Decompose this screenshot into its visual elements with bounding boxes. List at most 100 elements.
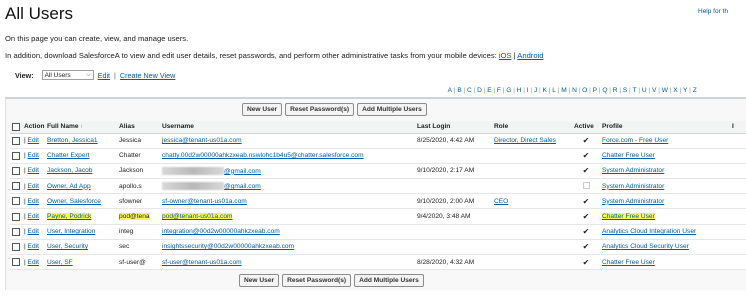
row-checkbox[interactable] bbox=[12, 227, 20, 236]
user-name-link[interactable]: Owner, Salesforce bbox=[47, 198, 101, 205]
alpha-filter-d[interactable]: D bbox=[477, 87, 482, 94]
alpha-filter-v[interactable]: V bbox=[652, 87, 657, 94]
role-link[interactable]: CEO bbox=[494, 198, 508, 205]
add-multiple-users-button[interactable]: Add Multiple Users bbox=[357, 103, 427, 116]
row-checkbox[interactable] bbox=[12, 151, 20, 160]
edit-view-link[interactable]: Edit bbox=[98, 71, 110, 80]
alpha-filter-o[interactable]: O bbox=[582, 87, 587, 94]
user-name-link[interactable]: Jackson, Jacob bbox=[47, 167, 92, 174]
username-link[interactable]: @gmail.com bbox=[224, 168, 261, 175]
profile-cell: System Administrator bbox=[600, 178, 730, 195]
alpha-filter-n[interactable]: N bbox=[572, 87, 577, 94]
alpha-filter-k[interactable]: K bbox=[543, 87, 548, 94]
username-link[interactable]: insightssecurity@00d2w00000ahkzxeab.com bbox=[162, 243, 294, 250]
edit-user-link[interactable]: Edit bbox=[28, 228, 39, 235]
user-name-link[interactable]: Payne, Podrick bbox=[47, 213, 92, 221]
username-link[interactable]: sf-user@tenant-us01a.com bbox=[162, 259, 242, 266]
edit-user-link[interactable]: Edit bbox=[28, 152, 39, 159]
alpha-filter-s[interactable]: S bbox=[623, 87, 628, 94]
edit-user-link[interactable]: Edit bbox=[28, 167, 39, 174]
new-user-button[interactable]: New User bbox=[239, 274, 280, 287]
alpha-filter-u[interactable]: U bbox=[642, 87, 647, 94]
reset-password-button[interactable]: Reset Password(s) bbox=[282, 274, 352, 287]
row-checkbox[interactable] bbox=[12, 136, 20, 145]
alpha-filter-m[interactable]: M bbox=[561, 87, 567, 94]
alpha-filter-j[interactable]: J bbox=[534, 87, 538, 94]
row-checkbox[interactable] bbox=[12, 182, 20, 191]
alpha-filter-z[interactable]: Z bbox=[693, 87, 697, 94]
edit-user-link[interactable]: Edit bbox=[28, 198, 39, 205]
select-all-checkbox[interactable] bbox=[12, 122, 20, 131]
alpha-filter-f[interactable]: F bbox=[497, 87, 501, 94]
profile-link[interactable]: System Administrator bbox=[602, 198, 664, 205]
edit-user-link[interactable]: Edit bbox=[28, 213, 39, 220]
page-title: All Users bbox=[5, 4, 74, 23]
profile-link[interactable]: System Administrator bbox=[602, 183, 664, 190]
profile-link[interactable]: Chatter Free User bbox=[602, 213, 655, 221]
alpha-filter-p[interactable]: P bbox=[593, 87, 598, 94]
column-active[interactable]: Active bbox=[572, 121, 600, 134]
username-link[interactable]: integration@00d2w00000ahkzxeab.com bbox=[162, 228, 280, 235]
action-cell: | Edit bbox=[22, 224, 45, 240]
alpha-filter-g[interactable]: G bbox=[506, 87, 511, 94]
row-checkbox[interactable] bbox=[12, 197, 20, 206]
alpha-filter-i[interactable]: I bbox=[527, 87, 529, 94]
row-checkbox[interactable] bbox=[12, 242, 20, 251]
alpha-filter-w[interactable]: W bbox=[662, 87, 668, 94]
alpha-filter-t[interactable]: T bbox=[633, 87, 637, 94]
ios-link[interactable]: iOS bbox=[499, 51, 512, 60]
profile-link[interactable]: Chatter Free User bbox=[602, 259, 655, 266]
row-checkbox[interactable] bbox=[12, 258, 20, 267]
user-name-link[interactable]: Bretton, Jessica1 bbox=[47, 137, 98, 144]
username-link[interactable]: sf-owner@tenant-us01a.com bbox=[162, 198, 247, 205]
profile-link[interactable]: System Administrator bbox=[602, 167, 664, 174]
alpha-separator: | bbox=[679, 87, 682, 94]
column-username[interactable]: Username bbox=[160, 121, 415, 134]
user-name-link[interactable]: Owner, Ad App bbox=[47, 183, 91, 190]
alpha-filter-h[interactable]: H bbox=[517, 87, 522, 94]
alpha-filter-x[interactable]: X bbox=[673, 87, 678, 94]
username-link[interactable]: pod@tenant-us01a.com bbox=[162, 213, 232, 220]
role-link[interactable]: Director, Direct Sales bbox=[494, 137, 556, 144]
profile-link[interactable]: Chatter Free User bbox=[602, 152, 655, 159]
alpha-filter-b[interactable]: B bbox=[457, 87, 462, 94]
column-extra[interactable]: I bbox=[730, 121, 746, 134]
alpha-filter-a[interactable]: A bbox=[448, 87, 453, 94]
edit-user-link[interactable]: Edit bbox=[28, 243, 39, 250]
column-full-name[interactable]: Full Name ↑ bbox=[45, 121, 117, 134]
create-view-link[interactable]: Create New View bbox=[120, 71, 175, 80]
user-name-link[interactable]: User, Integration bbox=[47, 228, 95, 235]
column-alias[interactable]: Alias bbox=[117, 121, 160, 134]
profile-link[interactable]: Analytics Cloud Security User bbox=[602, 243, 689, 250]
user-name-link[interactable]: Chatter Expert bbox=[47, 152, 90, 159]
view-select[interactable]: All Users ⌵ bbox=[41, 70, 94, 80]
username-cell: @gmail.com bbox=[160, 163, 415, 180]
android-link[interactable]: Android bbox=[517, 51, 543, 60]
edit-user-link[interactable]: Edit bbox=[28, 137, 39, 144]
user-name-link[interactable]: User, Security bbox=[47, 243, 88, 250]
edit-user-link[interactable]: Edit bbox=[28, 183, 39, 190]
column-profile[interactable]: Profile bbox=[600, 121, 730, 134]
new-user-button[interactable]: New User bbox=[242, 103, 283, 116]
help-link[interactable]: Help for th bbox=[698, 8, 728, 15]
username-cell: sf-user@tenant-us01a.com bbox=[160, 254, 415, 271]
alpha-filter-q[interactable]: Q bbox=[602, 87, 607, 94]
alpha-filter-e[interactable]: E bbox=[487, 87, 492, 94]
profile-link[interactable]: Analytics Cloud Integration User bbox=[602, 228, 696, 235]
username-link[interactable]: @gmail.com bbox=[224, 183, 261, 190]
alpha-filter-r[interactable]: R bbox=[613, 87, 618, 94]
row-checkbox[interactable] bbox=[12, 212, 20, 221]
profile-link[interactable]: Force.com - Free User bbox=[602, 137, 668, 144]
alpha-filter-y[interactable]: Y bbox=[683, 87, 688, 94]
row-checkbox[interactable] bbox=[12, 166, 20, 175]
reset-password-button[interactable]: Reset Password(s) bbox=[285, 103, 355, 116]
add-multiple-users-button[interactable]: Add Multiple Users bbox=[354, 274, 424, 287]
username-link[interactable]: jessica@tenant-us01a.com bbox=[162, 137, 242, 144]
column-last-login[interactable]: Last Login bbox=[415, 121, 492, 134]
alpha-filter-c[interactable]: C bbox=[467, 87, 472, 94]
user-name-link[interactable]: User, SF bbox=[47, 259, 73, 266]
column-role[interactable]: Role bbox=[492, 121, 572, 134]
alpha-filter-l[interactable]: L bbox=[552, 87, 556, 94]
username-link[interactable]: chatty.00d2w00000ahkzxeab.nswlohc1b4u5@c… bbox=[162, 152, 364, 159]
edit-user-link[interactable]: Edit bbox=[28, 259, 39, 266]
